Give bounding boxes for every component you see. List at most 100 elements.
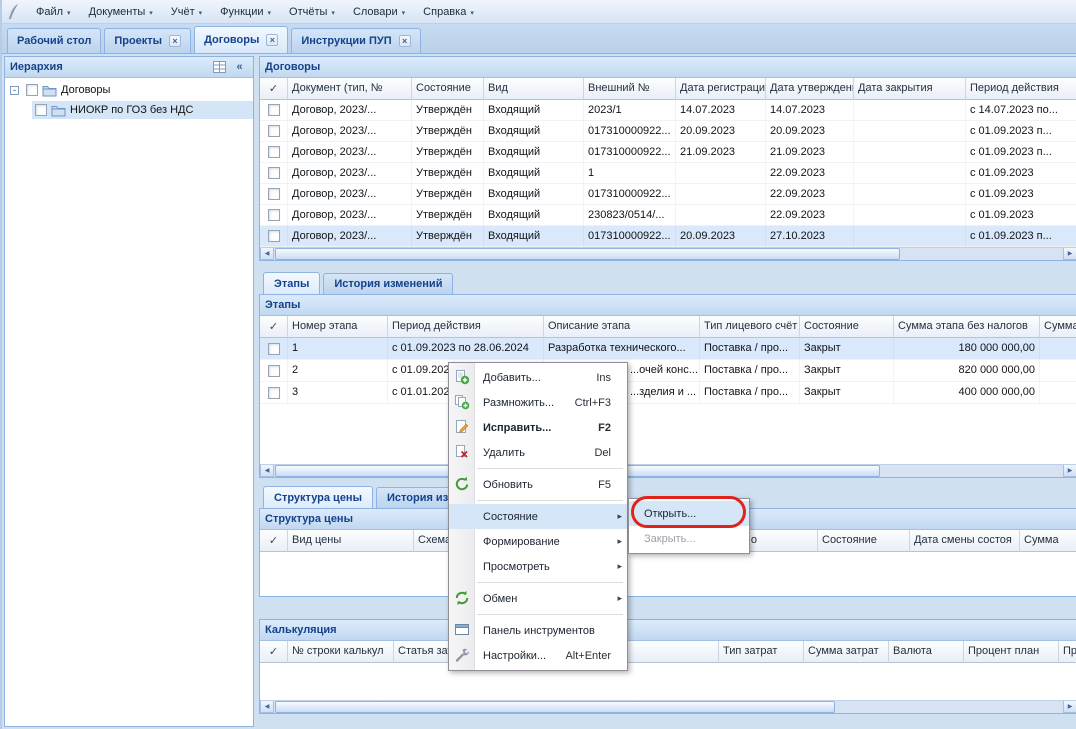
table-row[interactable]: Договор, 2023/...УтверждёнВходящий230823… (260, 205, 1076, 226)
menu-item-label: Настройки... (483, 650, 549, 662)
scroll-left-icon[interactable]: ◀ (260, 701, 274, 713)
context-menu-item-settings[interactable]: Настройки...Alt+Enter (449, 643, 627, 668)
menubar-item-help[interactable]: Справка▾ (414, 0, 483, 23)
row-checkbox[interactable] (268, 125, 280, 137)
table-row[interactable]: 2с 01.09.202...очей конс...Поставка / пр… (260, 360, 1076, 382)
grid-header-cell[interactable]: Тип затрат (719, 641, 804, 663)
grid-header-cell[interactable]: Вид (484, 78, 584, 100)
tree-checkbox[interactable] (35, 104, 47, 116)
row-checkbox[interactable] (268, 230, 280, 242)
tree-columns-icon[interactable] (211, 60, 228, 75)
row-checkbox[interactable] (268, 146, 280, 158)
grid-header-cell[interactable]: Процент ф (1059, 641, 1076, 663)
scroll-right-icon[interactable]: ▶ (1063, 248, 1076, 260)
tab-close-icon[interactable]: × (399, 35, 411, 47)
grid-header-cell[interactable]: Состояние (412, 78, 484, 100)
stages-tab-stages[interactable]: Этапы (263, 272, 320, 294)
workspace-tab-projects[interactable]: Проекты× (104, 28, 191, 53)
collapse-panel-icon[interactable]: « (231, 60, 248, 75)
grid-header-cell[interactable]: Сумма этапа без налогов (894, 316, 1040, 338)
grid-header-cell[interactable]: Тип лицевого счёт (700, 316, 800, 338)
table-row[interactable]: Договор, 2023/...УтверждёнВходящий017310… (260, 184, 1076, 205)
table-row[interactable]: Договор, 2023/...УтверждёнВходящий017310… (260, 142, 1076, 163)
grid-header-cell[interactable]: Дата регистрации (676, 78, 766, 100)
table-row[interactable]: Договор, 2023/...УтверждёнВходящий122.09… (260, 163, 1076, 184)
grid-header-cell[interactable]: Состояние (800, 316, 894, 338)
context-menu-item-view[interactable]: Просмотреть▸ (449, 554, 627, 579)
scroll-left-icon[interactable]: ◀ (260, 465, 274, 477)
expander-icon[interactable]: - (10, 86, 19, 95)
grid-header-cell[interactable]: Дата смены состоя (910, 530, 1020, 552)
row-checkbox[interactable] (268, 387, 280, 399)
grid-header-cell[interactable]: Дата закрытия (854, 78, 966, 100)
context-menu-item-refresh[interactable]: ОбновитьF5 (449, 472, 627, 497)
context-menu-item-exchange[interactable]: Обмен▸ (449, 586, 627, 611)
scroll-right-icon[interactable]: ▶ (1063, 701, 1076, 713)
grid-header-cell[interactable]: Вид цены (288, 530, 414, 552)
price-tab-history[interactable]: История из (376, 487, 459, 508)
price-tab-price-structure[interactable]: Структура цены (263, 486, 373, 508)
submenu-item-close[interactable]: Закрыть... (629, 526, 749, 551)
grid-header-cell[interactable]: Сумма затрат (804, 641, 889, 663)
context-menu-item-state[interactable]: Состояние▸ (449, 504, 627, 529)
stages-hscrollbar[interactable]: ◀ ▶ (260, 464, 1076, 477)
menubar-item-accounting[interactable]: Учёт▾ (162, 0, 211, 23)
menubar-item-functions[interactable]: Функции▾ (211, 0, 280, 23)
grid-header-cell[interactable]: ✓ (260, 530, 288, 552)
table-row[interactable]: Договор, 2023/...УтверждёнВходящий2023/1… (260, 100, 1076, 121)
table-row[interactable]: Договор, 2023/...УтверждёнВходящий017310… (260, 226, 1076, 247)
grid-header-cell[interactable]: Номер этапа (288, 316, 388, 338)
workspace-tab-pup-instructions[interactable]: Инструкции ПУП× (291, 28, 420, 53)
workspace-tab-desktop[interactable]: Рабочий стол (7, 28, 101, 53)
tab-close-icon[interactable]: × (266, 34, 278, 46)
grid-header-cell[interactable]: Дата утверждения (766, 78, 854, 100)
tree-node-1[interactable]: НИОКР по ГОЗ без НДС (5, 100, 253, 120)
scroll-left-icon[interactable]: ◀ (260, 248, 274, 260)
row-checkbox[interactable] (268, 104, 280, 116)
table-row[interactable]: 3с 01.01.202...зделия и ...Поставка / пр… (260, 382, 1076, 404)
menubar-item-file[interactable]: Файл▾ (27, 0, 80, 23)
tree-checkbox[interactable] (26, 84, 38, 96)
context-menu-item-formation[interactable]: Формирование▸ (449, 529, 627, 554)
grid-header-cell[interactable]: Период действия (966, 78, 1076, 100)
menubar-item-documents[interactable]: Документы▾ (80, 0, 162, 23)
context-menu-item-edit[interactable]: Исправить...F2 (449, 415, 627, 440)
grid-header-cell[interactable]: Состояние (818, 530, 910, 552)
row-checkbox[interactable] (268, 343, 280, 355)
context-menu-item-duplicate[interactable]: Размножить...Ctrl+F3 (449, 390, 627, 415)
grid-header-cell[interactable]: Процент план (964, 641, 1059, 663)
grid-header-cell[interactable]: ✓ (260, 641, 288, 663)
tab-close-icon[interactable]: × (169, 35, 181, 47)
grid-header-cell[interactable]: Внешний № (584, 78, 676, 100)
workspace-tab-contracts[interactable]: Договоры× (194, 26, 288, 53)
scroll-right-icon[interactable]: ▶ (1063, 465, 1076, 477)
context-menu-item-delete[interactable]: УдалитьDel (449, 440, 627, 465)
grid-header-cell[interactable]: ✓ (260, 316, 288, 338)
grid-header-cell[interactable]: Документ (тип, № (288, 78, 412, 100)
grid-header-cell[interactable]: ✓ (260, 78, 288, 100)
grid-header-cell[interactable]: № строки калькул (288, 641, 394, 663)
table-row[interactable]: 1с 01.09.2023 по 28.06.2024Разработка те… (260, 338, 1076, 360)
grid-header-cell[interactable]: Период действия (388, 316, 544, 338)
calculation-hscrollbar[interactable]: ◀ ▶ (260, 700, 1076, 713)
grid-header-cell[interactable]: Сумма (1020, 530, 1076, 552)
calculation-panel-header: Калькуляция (260, 620, 1076, 641)
grid-header-cell[interactable]: Валюта (889, 641, 964, 663)
context-menu-item-add[interactable]: Добавить...Ins (449, 365, 627, 390)
row-checkbox[interactable] (268, 188, 280, 200)
context-menu-item-toolbar-panel[interactable]: Панель инструментов (449, 618, 627, 643)
submenu-item-open[interactable]: Открыть... (629, 501, 749, 526)
grid-header-cell[interactable]: Сумма (1040, 316, 1076, 338)
row-checkbox[interactable] (268, 209, 280, 221)
table-row[interactable]: Договор, 2023/...УтверждёнВходящий017310… (260, 121, 1076, 142)
row-checkbox[interactable] (268, 365, 280, 377)
row-checkbox[interactable] (268, 167, 280, 179)
menubar-item-reports[interactable]: Отчёты▾ (280, 0, 344, 23)
grid-header-cell[interactable]: Описание этапа (544, 316, 700, 338)
contracts-scroll-thumb[interactable] (275, 248, 900, 260)
stages-tab-change-history[interactable]: История изменений (323, 273, 453, 294)
calculation-scroll-thumb[interactable] (275, 701, 835, 713)
menubar-item-dictionaries[interactable]: Словари▾ (344, 0, 414, 23)
contracts-hscrollbar[interactable]: ◀ ▶ (260, 247, 1076, 260)
tree-node-0[interactable]: -Договоры (5, 80, 253, 100)
